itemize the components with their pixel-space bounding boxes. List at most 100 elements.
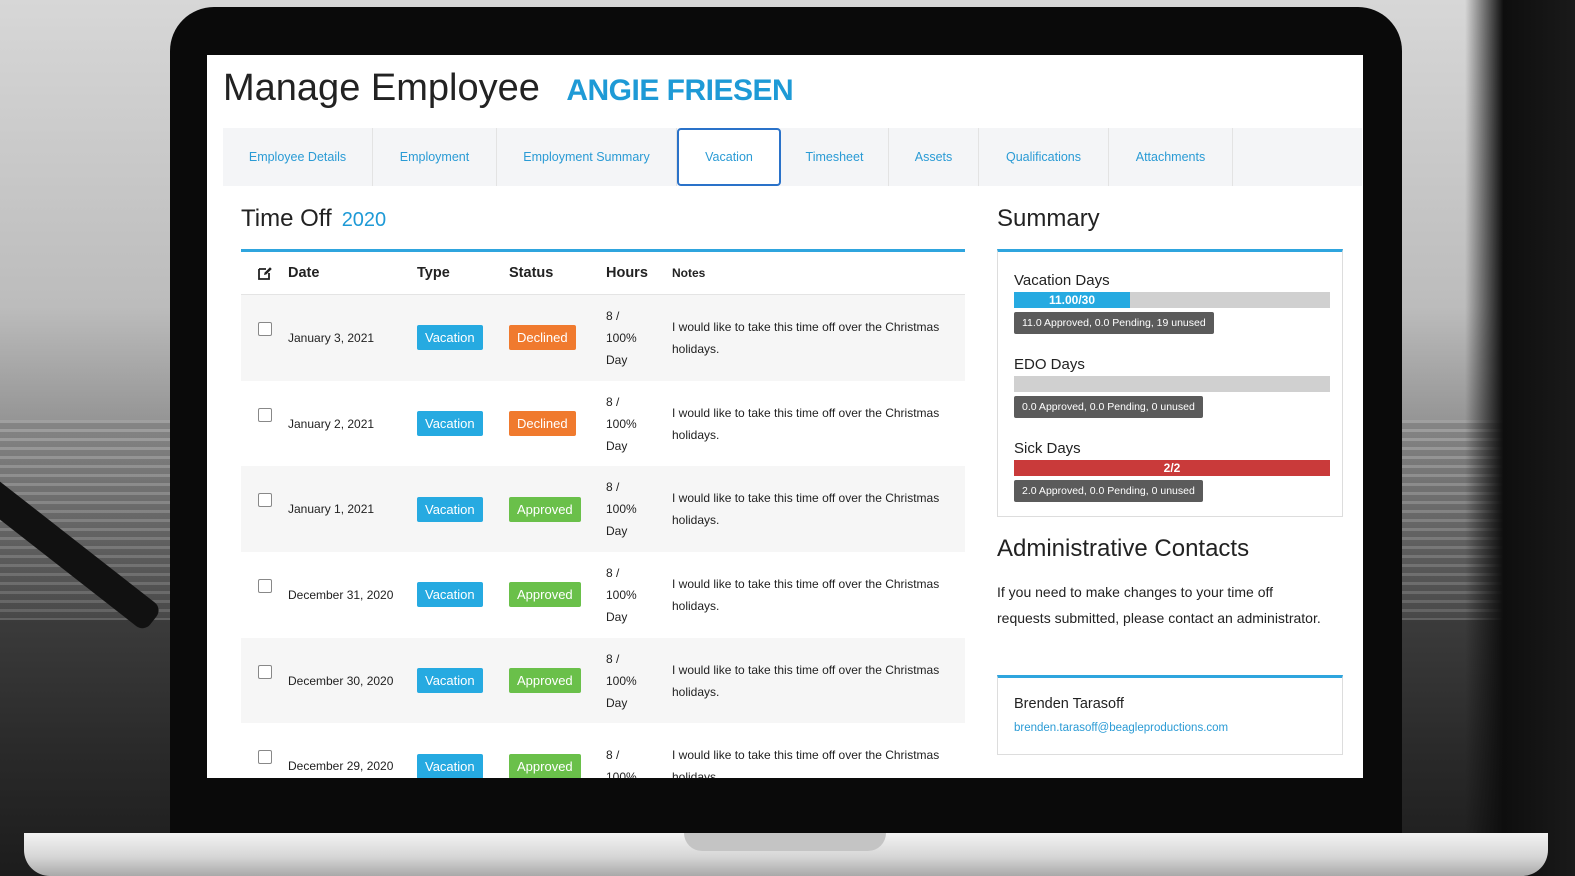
sick-bar: 2/2 (1014, 460, 1330, 476)
type-badge: Vacation (417, 753, 483, 778)
row-hours: 8 / 100% Day (606, 562, 672, 628)
tab-attachments[interactable]: Attachments (1109, 128, 1233, 186)
contact-card: Brenden Tarasoff brenden.tarasoff@beagle… (997, 675, 1343, 755)
row-hours: 8 / 100% Day (606, 305, 672, 371)
vacation-bar-fill: 11.00/30 (1014, 292, 1130, 308)
row-notes: I would like to take this time off over … (672, 405, 940, 442)
tab-employee-details[interactable]: Employee Details (223, 128, 373, 186)
tab-bar: Employee Details Employment Employment S… (223, 128, 1362, 186)
status-badge: Approved (509, 496, 581, 522)
row-notes: I would like to take this time off over … (672, 748, 940, 778)
page-header: Manage Employee ANGIE FRIESEN (223, 67, 794, 110)
table-row: January 1, 2021 Vacation Approved 8 / 10… (241, 466, 965, 553)
row-status: Declined (509, 325, 606, 351)
tab-employment-summary[interactable]: Employment Summary (497, 128, 677, 186)
row-type: Vacation (417, 411, 509, 437)
row-type: Vacation (417, 753, 509, 778)
edit-icon[interactable] (257, 265, 273, 281)
type-badge: Vacation (417, 411, 483, 437)
row-checkbox[interactable] (257, 321, 272, 336)
time-off-table: Date Type Status Hours Notes January 3, … (241, 249, 965, 778)
edo-label: EDO Days (1014, 356, 1085, 373)
vacation-detail: 11.0 Approved, 0.0 Pending, 19 unused (1014, 312, 1214, 334)
table-row: December 29, 2020 Vacation Approved 8 / … (241, 723, 965, 778)
row-checkbox[interactable] (257, 407, 272, 422)
row-date: January 3, 2021 (288, 330, 375, 345)
hours-unit: Day (606, 438, 628, 453)
tab-timesheet[interactable]: Timesheet (781, 128, 889, 186)
summary-section: Summary Vacation Days 11.00/30 11.0 Appr… (997, 205, 1345, 755)
employee-name: ANGIE FRIESEN (566, 74, 794, 107)
time-off-year: 2020 (341, 209, 387, 231)
table-row: January 2, 2021 Vacation Declined 8 / 10… (241, 381, 965, 467)
summary-title: Summary (997, 205, 1100, 232)
row-date: January 2, 2021 (288, 416, 375, 431)
hours-percent: 100% (606, 502, 637, 517)
row-status: Declined (509, 411, 606, 437)
type-badge: Vacation (417, 496, 483, 522)
row-status: Approved (509, 668, 606, 694)
row-date: December 29, 2020 (288, 759, 394, 774)
status-badge: Approved (509, 753, 581, 778)
row-checkbox[interactable] (257, 493, 272, 508)
sick-detail: 2.0 Approved, 0.0 Pending, 0 unused (1014, 480, 1203, 502)
table-row: January 3, 2021 Vacation Declined 8 / 10… (241, 295, 965, 381)
admin-contacts-title: Administrative Contacts (997, 535, 1250, 562)
status-badge: Approved (509, 668, 581, 694)
row-hours: 8 / 100% Day (606, 391, 672, 457)
row-date: December 31, 2020 (288, 587, 394, 602)
tab-qualifications[interactable]: Qualifications (979, 128, 1109, 186)
row-type: Vacation (417, 582, 509, 608)
laptop-notch (684, 833, 886, 851)
hours-amount: 8 / (606, 480, 620, 495)
tab-vacation[interactable]: Vacation (677, 128, 781, 186)
table-header: Date Type Status Hours Notes (241, 252, 965, 295)
edo-bar (1014, 376, 1330, 392)
hours-percent: 100% (606, 770, 637, 778)
contact-name: Brenden Tarasoff (1014, 696, 1124, 712)
row-type: Vacation (417, 496, 509, 522)
row-type: Vacation (417, 325, 509, 351)
hours-amount: 8 / (606, 308, 620, 323)
vacation-label: Vacation Days (1014, 272, 1110, 289)
row-hours: 8 / 100% Day (606, 476, 672, 542)
type-badge: Vacation (417, 582, 483, 608)
app-screen: Manage Employee ANGIE FRIESEN Employee D… (207, 55, 1363, 778)
tab-assets[interactable]: Assets (889, 128, 979, 186)
vacation-bar: 11.00/30 (1014, 292, 1330, 308)
hours-percent: 100% (606, 673, 637, 688)
row-status: Approved (509, 753, 606, 778)
status-badge: Declined (509, 325, 576, 351)
hours-amount: 8 / (606, 565, 620, 580)
row-status: Approved (509, 582, 606, 608)
row-checkbox[interactable] (257, 664, 272, 679)
table-body: January 3, 2021 Vacation Declined 8 / 10… (241, 295, 965, 778)
col-date: Date (288, 265, 320, 281)
tab-employment[interactable]: Employment (373, 128, 497, 186)
edo-stat: EDO Days 0.0 Approved, 0.0 Pending, 0 un… (1014, 356, 1330, 418)
tree-shadow (1465, 0, 1575, 876)
contact-email-link[interactable]: brenden.tarasoff@beagleproductions.com (1014, 722, 1228, 734)
row-notes: I would like to take this time off over … (672, 319, 940, 356)
hours-amount: 8 / (606, 394, 620, 409)
col-notes: Notes (672, 266, 706, 280)
hours-percent: 100% (606, 416, 637, 431)
table-row: December 31, 2020 Vacation Approved 8 / … (241, 552, 965, 638)
row-type: Vacation (417, 668, 509, 694)
admin-contacts-text: If you need to make changes to your time… (997, 584, 1321, 626)
type-badge: Vacation (417, 668, 483, 694)
time-off-heading: Time Off 2020 (241, 205, 965, 233)
row-checkbox[interactable] (257, 578, 272, 593)
vacation-stat: Vacation Days 11.00/30 11.0 Approved, 0.… (1014, 272, 1330, 334)
time-off-title: Time Off (241, 205, 332, 232)
hours-amount: 8 / (606, 748, 620, 763)
summary-box: Vacation Days 11.00/30 11.0 Approved, 0.… (997, 249, 1343, 517)
row-checkbox[interactable] (257, 750, 272, 765)
row-notes: I would like to take this time off over … (672, 662, 940, 699)
sick-label: Sick Days (1014, 440, 1081, 457)
status-badge: Approved (509, 582, 581, 608)
hours-amount: 8 / (606, 651, 620, 666)
hours-unit: Day (606, 609, 628, 624)
col-type: Type (417, 265, 450, 281)
hours-unit: Day (606, 524, 628, 539)
